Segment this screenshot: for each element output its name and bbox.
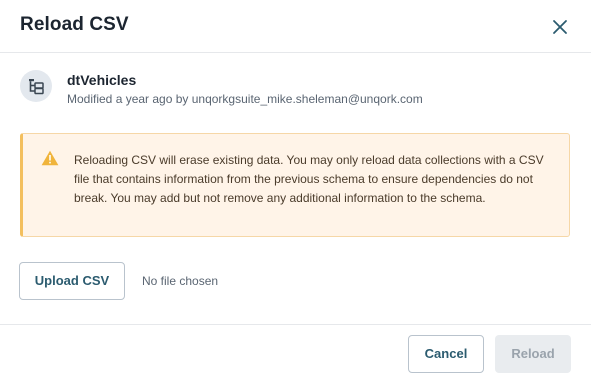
reload-button[interactable]: Reload <box>495 335 571 373</box>
warning-message: Reloading CSV will erase existing data. … <box>74 153 544 205</box>
close-icon <box>553 20 567 34</box>
dialog-title: Reload CSV <box>20 14 129 35</box>
record-info: dtVehicles Modified a year ago by unqork… <box>20 70 560 110</box>
upload-csv-button[interactable]: Upload CSV <box>19 262 125 300</box>
cancel-button[interactable]: Cancel <box>408 335 484 373</box>
file-status: No file chosen <box>142 274 219 288</box>
reload-csv-dialog: Reload CSV dtVehicles Modified a year ag… <box>0 0 591 385</box>
warning-triangle-icon <box>41 150 59 166</box>
data-collection-icon <box>29 79 44 95</box>
record-modified-info: Modified a year ago by unqorkgsuite_mike… <box>67 92 423 106</box>
warning-alert: Reloading CSV will erase existing data. … <box>20 133 570 237</box>
dialog-header: Reload CSV <box>0 0 591 53</box>
record-avatar <box>20 70 52 102</box>
close-button[interactable] <box>548 15 572 39</box>
record-name: dtVehicles <box>67 72 137 88</box>
